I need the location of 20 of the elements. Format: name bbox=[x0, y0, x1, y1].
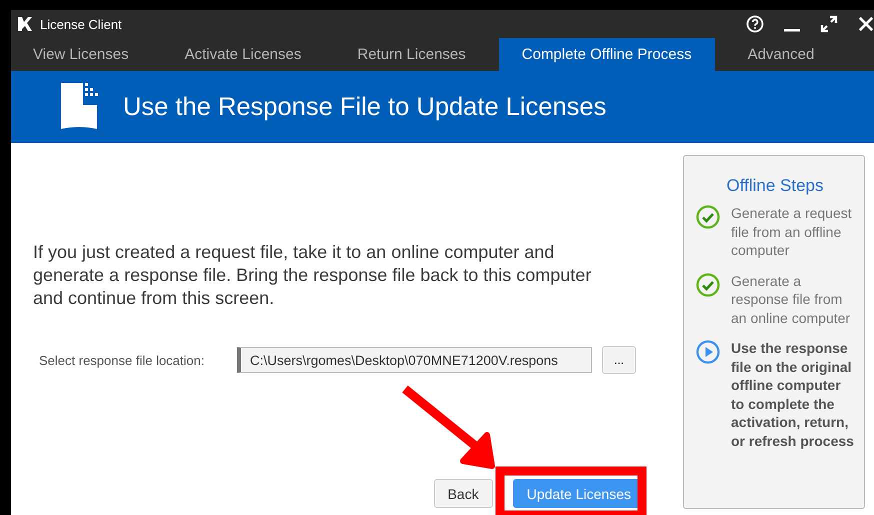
close-icon[interactable] bbox=[858, 15, 874, 33]
tab[interactable]: View Licenses bbox=[11, 38, 152, 71]
browse-button[interactable]: ... bbox=[602, 346, 636, 374]
panel-title: Offline Steps bbox=[725, 176, 825, 196]
tab[interactable]: Return Licenses bbox=[334, 38, 489, 71]
tab[interactable]: Activate Licenses bbox=[162, 38, 324, 71]
tab[interactable]: Advanced bbox=[724, 38, 838, 71]
instructions-text: If you just created a request file, take it to an online computer and generate a response file. Bring the response file back to this computer and continue from this screen. bbox=[33, 241, 592, 310]
step-text: Generate a response file from an online computer bbox=[731, 272, 852, 327]
maximize-icon[interactable] bbox=[820, 15, 838, 33]
tab[interactable]: Complete Offline Process bbox=[498, 38, 715, 71]
app-logo-icon bbox=[16, 15, 34, 33]
back-button[interactable]: Back bbox=[434, 479, 493, 508]
page-title: Use the Response File to Update Licenses bbox=[123, 92, 606, 122]
step-text: Generate a request file from an offline computer bbox=[731, 204, 853, 260]
file-path-field[interactable]: C:\Users\rgomes\Desktop\070MNE71200V.respons bbox=[237, 347, 592, 373]
field-label: Select response file location: bbox=[39, 352, 206, 368]
window-title: License Client bbox=[40, 16, 122, 32]
help-icon[interactable] bbox=[746, 15, 764, 33]
step-text: Use the response file on the original offline computer to complete the activation, return, or refresh process bbox=[731, 339, 854, 450]
